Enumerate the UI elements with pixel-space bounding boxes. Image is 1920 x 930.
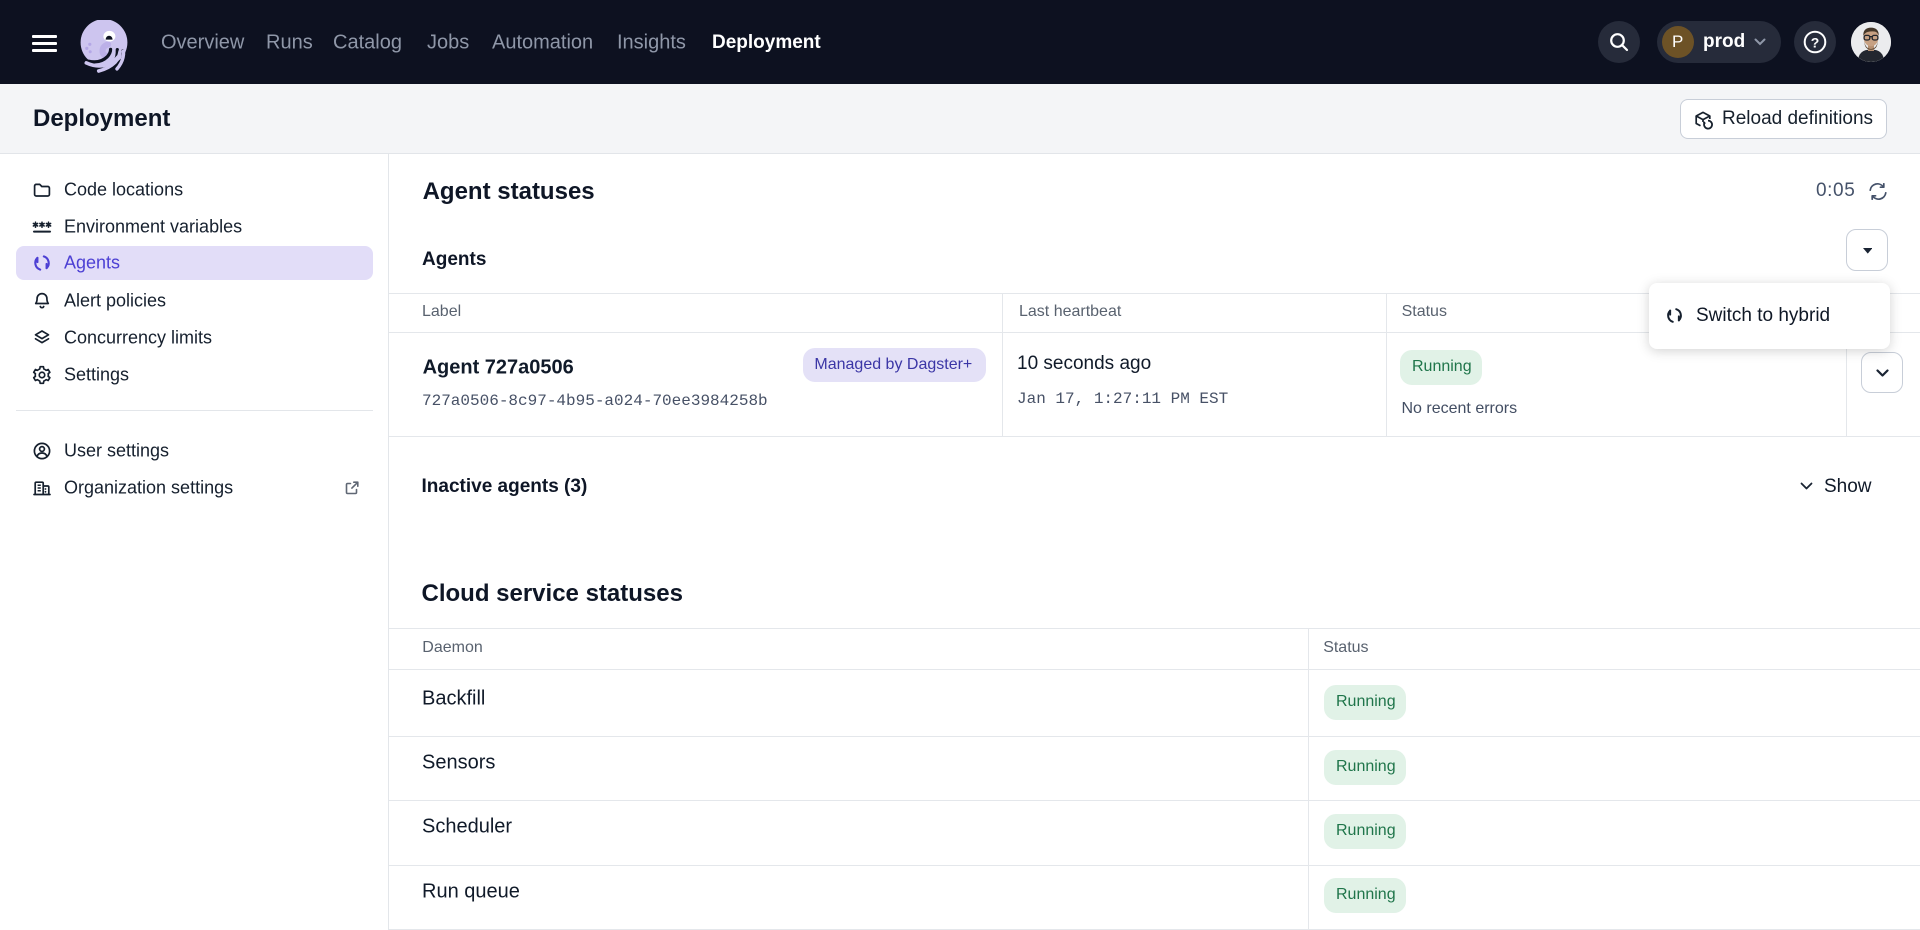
- svg-text:?: ?: [1811, 34, 1820, 50]
